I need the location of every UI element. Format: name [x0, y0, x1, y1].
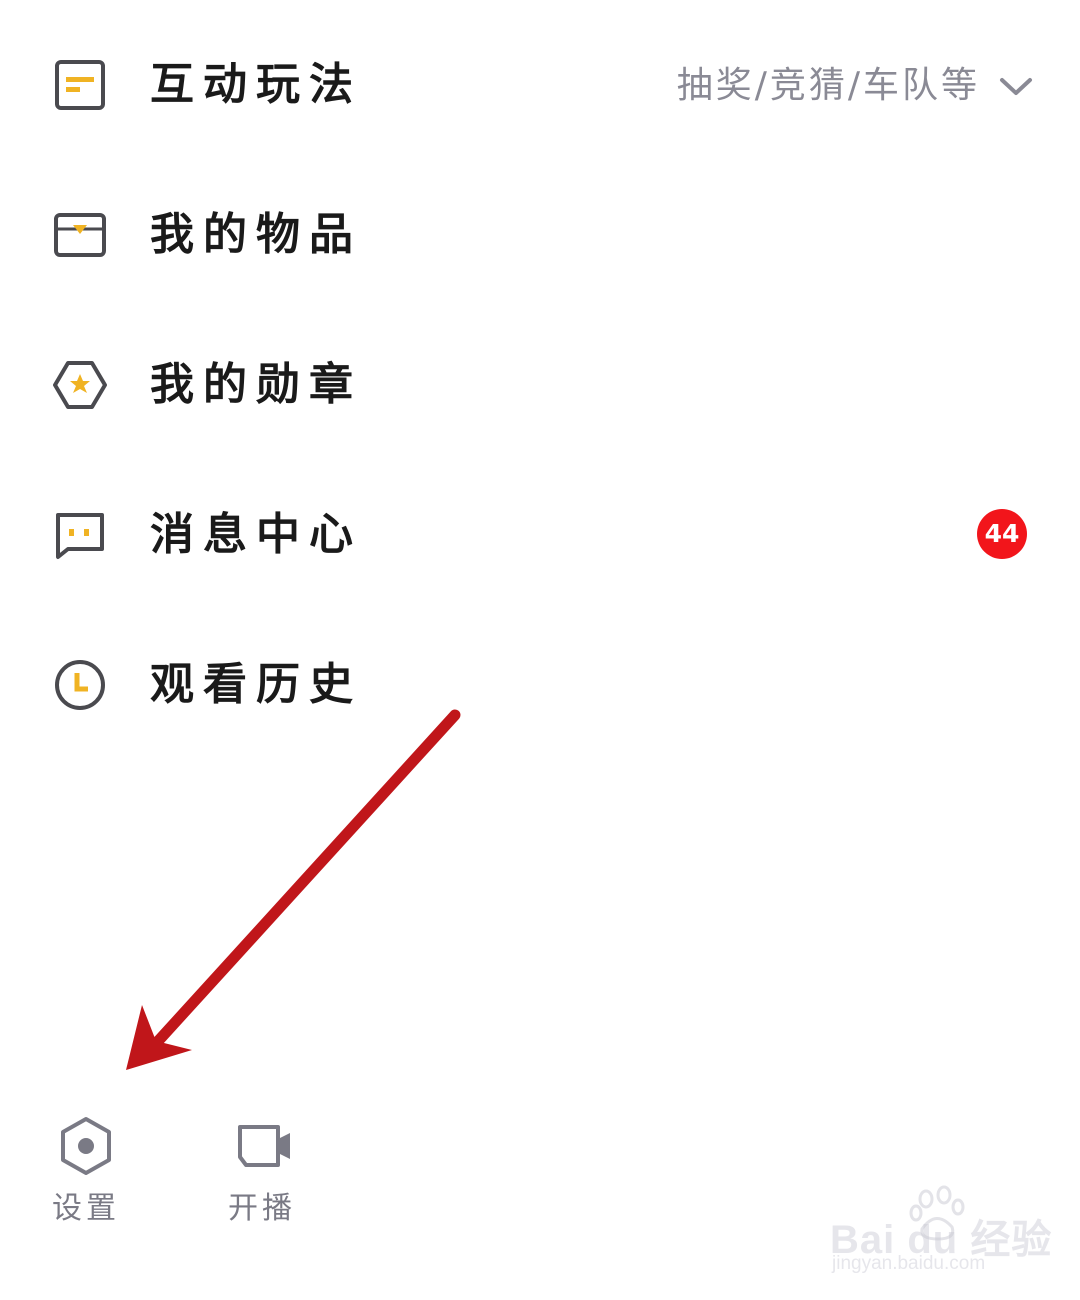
chevron-down-icon[interactable] [998, 72, 1034, 100]
clock-icon [55, 660, 105, 710]
settings-button[interactable]: 设置 [26, 1115, 146, 1235]
menu-extra-text: 抽奖/竞猜/车队等 [676, 65, 980, 106]
menu-item-my-medals[interactable]: 我的勋章 [0, 308, 1080, 458]
baidu-jingyan-watermark: Bai du 经验 jingyan.baidu.com [830, 1185, 1051, 1280]
message-icon [56, 513, 104, 559]
start-broadcast-button[interactable]: 开播 [202, 1115, 322, 1235]
menu-label: 消息中心 [150, 509, 362, 560]
watermark-url: jingyan.baidu.com [832, 1253, 986, 1274]
broadcast-label: 开播 [228, 1191, 296, 1226]
menu-label: 我的勋章 [150, 359, 362, 410]
menu-label: 我的物品 [150, 209, 362, 260]
interactive-play-icon [55, 60, 105, 110]
settings-icon [61, 1117, 111, 1175]
menu-label: 观看历史 [150, 659, 362, 710]
menu-item-watch-history[interactable]: 观看历史 [0, 608, 1080, 758]
menu-item-interactive-play[interactable]: 互动玩法 抽奖/竞猜/车队等 [0, 8, 1080, 158]
video-camera-icon [238, 1125, 290, 1167]
menu-item-message-center[interactable]: 消息中心 44 [0, 458, 1080, 608]
unread-count-badge: 44 [977, 509, 1027, 559]
medal-icon [53, 361, 107, 409]
menu-item-my-items[interactable]: 我的物品 [0, 158, 1080, 308]
settings-label: 设置 [52, 1191, 120, 1226]
box-icon [54, 213, 106, 257]
menu-label: 互动玩法 [150, 59, 362, 110]
